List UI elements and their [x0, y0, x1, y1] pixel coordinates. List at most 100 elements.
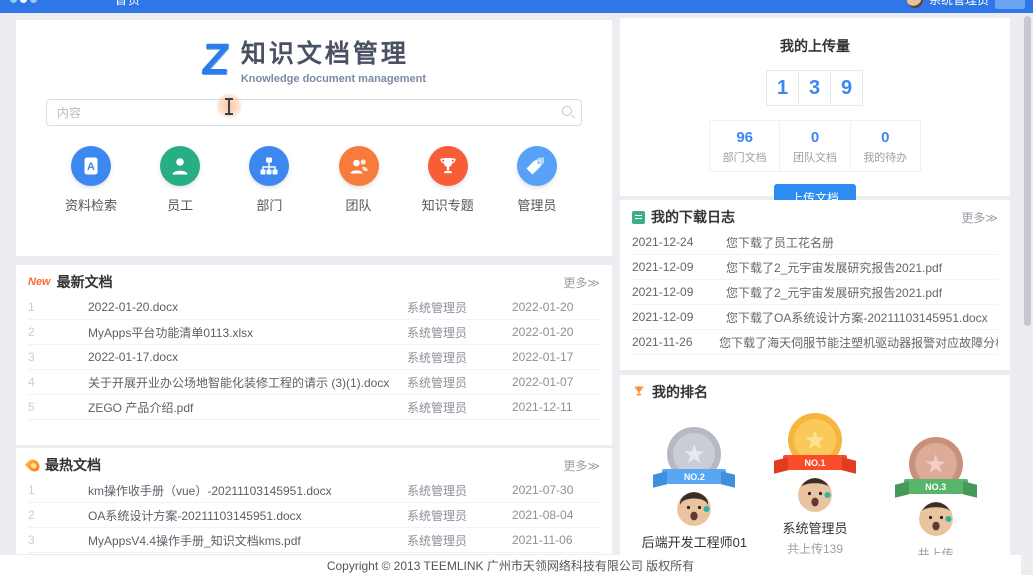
row-index: 2 — [28, 325, 48, 339]
list-item[interactable]: 2021-12-09 您下载了2_元宇宙发展研究报告2021.pdf — [632, 280, 998, 305]
svg-text:A: A — [87, 161, 95, 173]
upload-counter: 1 3 9 — [620, 70, 1010, 106]
list-item[interactable]: 2021-12-09 您下载了2_元宇宙发展研究报告2021.pdf — [632, 255, 998, 280]
rank-upload-count: 共上传139 — [787, 540, 843, 555]
nav-label: 资料检索 — [65, 195, 117, 214]
nav-item-employee[interactable]: 员工 — [145, 146, 215, 214]
flame-icon — [25, 457, 42, 474]
knowledge-portal-page: 首页 系统管理员 Z 知识文档管理 Knowledge document man… — [0, 0, 1033, 575]
doc-date: 2022-01-17 — [512, 350, 600, 364]
doc-title[interactable]: ZEGO 产品介绍.pdf — [88, 399, 407, 416]
latest-docs-title: 最新文档 — [57, 272, 113, 292]
log-list-icon — [632, 211, 645, 224]
rank-user-name: 系统管理员 — [782, 518, 847, 537]
log-date: 2021-12-09 — [632, 310, 710, 324]
log-date: 2021-12-09 — [632, 260, 710, 274]
counter-digit: 3 — [798, 70, 831, 106]
hot-docs-more-link[interactable]: 更多≫ — [563, 457, 600, 474]
rank-no1-item[interactable]: ★ NO.1 系统管理员 共上传139 — [755, 413, 875, 555]
log-date: 2021-11-26 — [632, 335, 703, 349]
download-log-title: 我的下载日志 — [651, 207, 735, 227]
table-row[interactable]: 1 2022-01-20.docx 系统管理员 2022-01-20 — [28, 295, 600, 320]
doc-date: 2022-01-20 — [512, 325, 600, 339]
avatar — [919, 502, 953, 536]
topbar-corner-badge[interactable] — [995, 0, 1025, 9]
brand-header: Z 知识文档管理 Knowledge document management — [16, 20, 612, 85]
doc-title[interactable]: MyAppsV4.4操作手册_知识文档kms.pdf — [88, 532, 407, 549]
row-index: 3 — [28, 533, 48, 547]
doc-owner: 系统管理员 — [407, 482, 512, 499]
user-avatar[interactable] — [907, 0, 923, 8]
doc-title[interactable]: OA系统设计方案-20211103145951.docx — [88, 507, 407, 524]
document-search-icon: A — [71, 146, 111, 186]
rank-ribbon: NO.1 — [783, 455, 847, 470]
topbar-user-name[interactable]: 系统管理员 — [929, 0, 989, 8]
nav-item-document-search[interactable]: A 资料检索 — [56, 146, 126, 214]
table-row[interactable]: 1 km操作收手册（vue）-20211103145951.docx 系统管理员… — [28, 478, 600, 503]
doc-date: 2022-01-07 — [512, 375, 600, 389]
doc-title[interactable]: km操作收手册（vue）-20211103145951.docx — [88, 482, 407, 499]
app-logo — [10, 0, 37, 3]
table-row[interactable]: 3 MyAppsV4.4操作手册_知识文档kms.pdf 系统管理员 2021-… — [28, 528, 600, 553]
table-row[interactable]: 2 MyApps平台功能清单0113.xlsx 系统管理员 2022-01-20 — [28, 320, 600, 345]
hot-docs-title: 最热文档 — [45, 455, 101, 475]
nav-item-department[interactable]: 部门 — [234, 146, 304, 214]
table-row[interactable]: 4 关于开展开业办公场地智能化装修工程的请示 (3)(1).docx 系统管理员… — [28, 370, 600, 395]
rank-ribbon: NO.2 — [662, 469, 726, 484]
table-row[interactable]: 5 ZEGO 产品介绍.pdf 系统管理员 2021-12-11 — [28, 395, 600, 420]
search-icon[interactable] — [562, 106, 572, 116]
nav-item-team[interactable]: 团队 — [324, 146, 394, 214]
rank-no2-item[interactable]: ★ NO.2 后端开发工程师01 共上传7 — [634, 427, 754, 555]
row-index: 2 — [28, 508, 48, 522]
list-item[interactable]: 2021-11-26 您下载了海天伺服节能注塑机驱动器报警对应故障分析.xls — [632, 330, 998, 355]
log-date: 2021-12-09 — [632, 285, 710, 299]
ranking-title: 我的排名 — [652, 382, 708, 402]
hot-docs-card: 最热文档 更多≫ 1 km操作收手册（vue）-20211103145951.d… — [16, 448, 612, 554]
nav-label: 员工 — [167, 195, 193, 214]
download-log-more-link[interactable]: 更多≫ — [961, 209, 998, 226]
stat-dept-docs[interactable]: 96 部门文档 — [710, 121, 780, 171]
search-input[interactable] — [46, 99, 582, 126]
list-item[interactable]: 2021-12-09 您下载了OA系统设计方案-20211103145951.d… — [632, 305, 998, 330]
brand-subtitle: Knowledge document management — [241, 73, 426, 85]
table-row[interactable]: 3 2022-01-17.docx 系统管理员 2022-01-17 — [28, 345, 600, 370]
logo-dot — [10, 0, 17, 3]
my-uploads-card: 我的上传量 1 3 9 96 部门文档 0 团队文档 0 我的待办 上传文档 — [620, 18, 1010, 196]
logo-dot — [20, 0, 27, 3]
download-log-card: 我的下载日志 更多≫ 2021-12-24 您下载了员工花名册 2021-12-… — [620, 200, 1010, 370]
avatar — [798, 478, 832, 512]
page-scrollbar-track[interactable] — [1021, 13, 1033, 575]
stat-label: 团队文档 — [780, 149, 849, 165]
log-text: 您下载了2_元宇宙发展研究报告2021.pdf — [726, 284, 942, 301]
stat-team-docs[interactable]: 0 团队文档 — [780, 121, 850, 171]
quick-nav-row: A 资料检索 员工 部门 团队 — [16, 126, 612, 214]
doc-owner: 系统管理员 — [407, 507, 512, 524]
doc-title[interactable]: MyApps平台功能清单0113.xlsx — [88, 324, 407, 341]
logo-dot — [30, 0, 37, 3]
list-item[interactable]: 2021-12-24 您下载了员工花名册 — [632, 230, 998, 255]
doc-title[interactable]: 2022-01-20.docx — [88, 300, 407, 314]
doc-title[interactable]: 2022-01-17.docx — [88, 350, 407, 364]
nav-label: 管理员 — [517, 195, 556, 214]
avatar — [677, 492, 711, 526]
footer: Copyright © 2013 TEEMLINK 广州市天领网络科技有限公司 … — [0, 555, 1021, 575]
latest-docs-more-link[interactable]: 更多≫ — [563, 274, 600, 291]
rank-no3-item[interactable]: ★ NO.3 共上传 — [876, 437, 996, 555]
doc-date: 2022-01-20 — [512, 300, 600, 314]
stat-value: 0 — [780, 129, 849, 146]
orgchart-icon — [249, 146, 289, 186]
doc-title[interactable]: 关于开展开业办公场地智能化装修工程的请示 (3)(1).docx — [88, 374, 407, 391]
counter-digit: 1 — [766, 70, 799, 106]
doc-date: 2021-11-06 — [512, 533, 600, 547]
doc-owner: 系统管理员 — [407, 299, 512, 316]
nav-item-admin[interactable]: 管理员 — [502, 146, 572, 214]
menu-item-home[interactable]: 首页 — [115, 0, 141, 8]
page-scrollbar-thumb[interactable] — [1024, 16, 1031, 326]
stat-my-todo[interactable]: 0 我的待办 — [851, 121, 920, 171]
table-row[interactable]: 4 2_元宇宙发展研究报告2021.pdf 系统管理员 2021-12-09 — [28, 553, 600, 554]
log-text: 您下载了OA系统设计方案-20211103145951.docx — [726, 309, 988, 326]
nav-item-knowledge-topics[interactable]: 知识专题 — [413, 146, 483, 214]
table-row[interactable]: 2 OA系统设计方案-20211103145951.docx 系统管理员 202… — [28, 503, 600, 528]
doc-owner: 系统管理员 — [407, 349, 512, 366]
log-text: 您下载了员工花名册 — [726, 234, 834, 251]
